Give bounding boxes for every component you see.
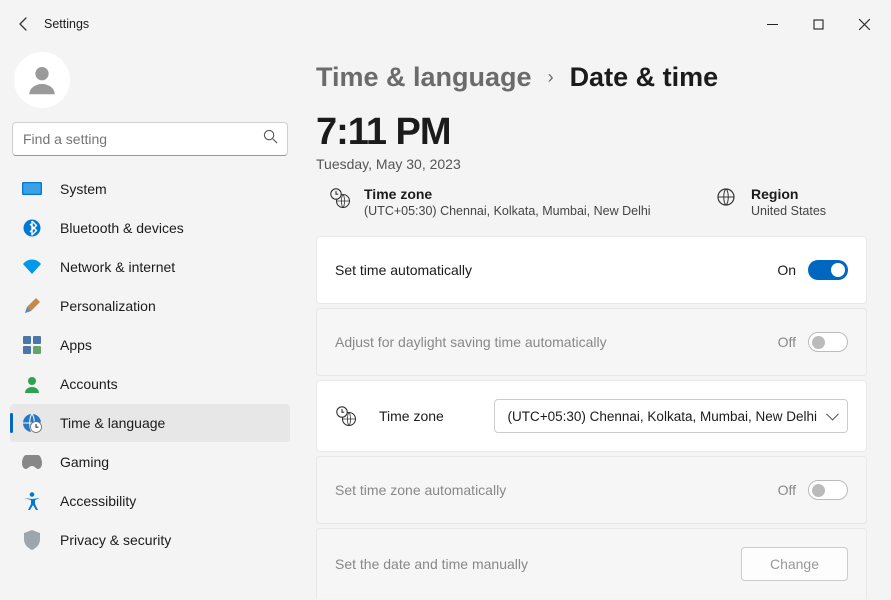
account-icon	[20, 372, 44, 396]
apps-icon	[20, 333, 44, 357]
titlebar: Settings	[0, 0, 891, 48]
wifi-icon	[20, 255, 44, 279]
card-dst: Adjust for daylight saving time automati…	[316, 308, 867, 376]
nav-item-system[interactable]: System	[10, 170, 290, 208]
nav-label: Accessibility	[60, 493, 136, 509]
card-auto-time: Set time automatically On	[316, 236, 867, 304]
card-title: Set the date and time manually	[335, 556, 741, 572]
bluetooth-icon	[20, 216, 44, 240]
sidebar: System Bluetooth & devices Network & int…	[0, 48, 300, 600]
nav-label: Personalization	[60, 298, 156, 314]
maximize-icon	[813, 19, 824, 30]
timezone-select[interactable]: (UTC+05:30) Chennai, Kolkata, Mumbai, Ne…	[494, 399, 848, 433]
card-title: Time zone	[379, 408, 494, 424]
minimize-button[interactable]	[749, 8, 795, 40]
card-auto-tz: Set time zone automatically Off	[316, 456, 867, 524]
current-date: Tuesday, May 30, 2023	[316, 156, 867, 172]
window-title: Settings	[44, 17, 89, 31]
toggle-auto-tz	[808, 480, 848, 500]
toggle-state: Off	[778, 334, 796, 350]
card-timezone: Time zone (UTC+05:30) Chennai, Kolkata, …	[316, 380, 867, 452]
globe-clock-icon	[20, 411, 44, 435]
breadcrumb-parent[interactable]: Time & language	[316, 62, 532, 93]
timezone-icon	[330, 188, 350, 208]
nav-label: Accounts	[60, 376, 118, 392]
nav-item-apps[interactable]: Apps	[10, 326, 290, 364]
nav-label: Time & language	[60, 415, 165, 431]
chevron-right-icon: ›	[548, 67, 554, 88]
info-row: Time zone (UTC+05:30) Chennai, Kolkata, …	[316, 186, 867, 218]
change-button: Change	[741, 547, 848, 581]
nav-item-gaming[interactable]: Gaming	[10, 443, 290, 481]
maximize-button[interactable]	[795, 8, 841, 40]
nav-list: System Bluetooth & devices Network & int…	[10, 170, 290, 559]
search-icon	[263, 129, 278, 149]
search-box	[12, 122, 288, 156]
nav-label: Bluetooth & devices	[60, 220, 184, 236]
nav-label: Network & internet	[60, 259, 175, 275]
nav-item-personalization[interactable]: Personalization	[10, 287, 290, 325]
minimize-icon	[767, 19, 778, 30]
close-button[interactable]	[841, 8, 887, 40]
select-value: (UTC+05:30) Chennai, Kolkata, Mumbai, Ne…	[507, 409, 817, 424]
nav-item-privacy[interactable]: Privacy & security	[10, 521, 290, 559]
toggle-state: Off	[778, 482, 796, 498]
card-manual: Set the date and time manually Change	[316, 528, 867, 599]
tz-label: Time zone	[364, 186, 651, 202]
toggle-state: On	[777, 262, 796, 278]
avatar[interactable]	[14, 52, 70, 108]
accessibility-icon	[20, 489, 44, 513]
card-title: Set time zone automatically	[335, 482, 778, 498]
card-title: Adjust for daylight saving time automati…	[335, 334, 778, 350]
gaming-icon	[20, 450, 44, 474]
nav-label: Apps	[60, 337, 92, 353]
timezone-icon	[335, 406, 357, 426]
breadcrumb: Time & language › Date & time	[316, 62, 867, 93]
nav-item-accessibility[interactable]: Accessibility	[10, 482, 290, 520]
nav-label: Gaming	[60, 454, 109, 470]
system-icon	[20, 177, 44, 201]
breadcrumb-current: Date & time	[570, 62, 719, 93]
nav-item-network[interactable]: Network & internet	[10, 248, 290, 286]
main-content: Time & language › Date & time 7:11 PM Tu…	[300, 48, 891, 600]
globe-icon	[717, 188, 737, 208]
region-value: United States	[751, 204, 826, 218]
paint-icon	[20, 294, 44, 318]
search-input[interactable]	[12, 122, 288, 156]
toggle-dst	[808, 332, 848, 352]
nav-label: System	[60, 181, 107, 197]
nav-label: Privacy & security	[60, 532, 171, 548]
card-title: Set time automatically	[335, 262, 777, 278]
tz-value: (UTC+05:30) Chennai, Kolkata, Mumbai, Ne…	[364, 204, 651, 218]
back-button[interactable]	[4, 4, 44, 44]
close-icon	[859, 19, 870, 30]
nav-item-bluetooth[interactable]: Bluetooth & devices	[10, 209, 290, 247]
nav-item-time-language[interactable]: Time & language	[10, 404, 290, 442]
arrow-left-icon	[16, 16, 32, 32]
current-time: 7:11 PM	[316, 111, 867, 154]
toggle-auto-time[interactable]	[808, 260, 848, 280]
person-icon	[23, 61, 61, 99]
nav-item-accounts[interactable]: Accounts	[10, 365, 290, 403]
region-label: Region	[751, 186, 826, 202]
shield-icon	[20, 528, 44, 552]
